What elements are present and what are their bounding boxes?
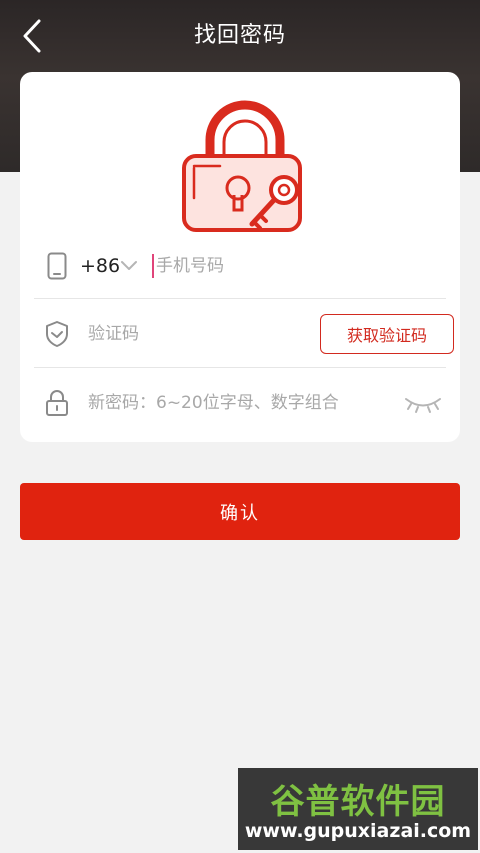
lock-key-illustration [182, 100, 302, 232]
divider [34, 367, 446, 368]
watermark-title: 谷普软件园 [270, 782, 446, 822]
divider [34, 298, 446, 299]
password-visibility-toggle[interactable] [402, 389, 444, 419]
new-password-input[interactable] [88, 383, 388, 423]
country-code[interactable]: +86 [80, 255, 120, 277]
page-title: 找回密码 [193, 23, 286, 48]
text-cursor [152, 254, 154, 278]
watermark-url: www.gupuxiazai.com [244, 820, 472, 842]
phone-icon [34, 246, 80, 286]
lock-icon [34, 383, 80, 423]
password-row [34, 369, 446, 437]
phone-input[interactable] [156, 246, 416, 286]
watermark: 谷普软件园 www.gupuxiazai.com [238, 768, 478, 850]
country-code-dropdown[interactable] [116, 254, 142, 278]
eye-closed-icon [405, 398, 441, 413]
phone-row: +86 [34, 232, 446, 300]
get-code-button[interactable]: 获取验证码 [320, 314, 454, 354]
code-row: 获取验证码 [34, 300, 454, 368]
shield-icon [34, 314, 80, 354]
chevron-down-icon [121, 261, 137, 270]
verification-code-input[interactable] [88, 314, 288, 354]
form-card: +86 获取验证码 [20, 72, 460, 442]
confirm-button[interactable]: 确认 [20, 483, 460, 540]
